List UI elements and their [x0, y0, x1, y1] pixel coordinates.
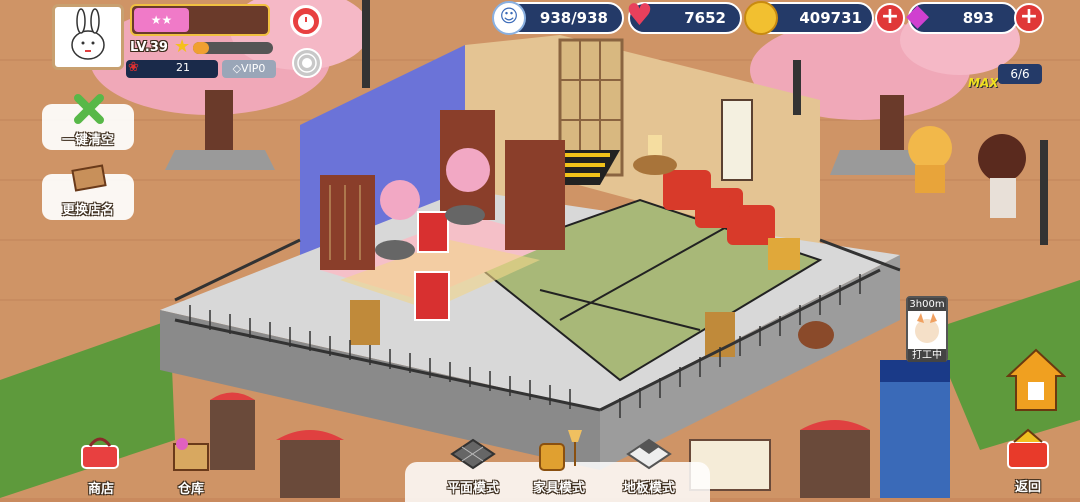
heart-icon: ♥ — [626, 0, 653, 33]
gems-value: 893 — [962, 9, 994, 27]
coins-counter: 409731 — [744, 1, 874, 35]
avatar[interactable] — [52, 4, 124, 70]
basket-icon — [81, 437, 119, 469]
vip-label: VIP0 — [241, 62, 266, 75]
exp-fill: ★★ — [134, 8, 189, 32]
rose-counter: ❀ 21 — [126, 60, 218, 78]
gem-icon: ◆ — [906, 0, 930, 33]
level-star-icon: ★ — [174, 36, 191, 57]
stopwatch-button[interactable] — [290, 5, 322, 37]
chair-lamp-icon — [539, 430, 582, 471]
rabbit-avatar-icon — [71, 8, 105, 60]
warehouse-label: 仓库 — [177, 482, 204, 497]
grid-icon — [450, 438, 496, 470]
vip-badge[interactable]: ◇VIP0 — [222, 60, 276, 78]
add-gems-button[interactable]: + — [1014, 3, 1044, 33]
exp-bar: ★★ — [130, 4, 270, 36]
plane-mode-label: 平面模式 — [446, 481, 499, 496]
floor-mode-label: 地板模式 — [622, 481, 675, 496]
gems-counter: ◆ 893 — [906, 0, 1018, 34]
level-progress — [193, 42, 273, 54]
warehouse-button[interactable]: 仓库 — [152, 432, 230, 498]
working-status: 打工中 — [908, 349, 946, 362]
shop-label: 商店 — [87, 482, 114, 497]
coins-value: 409731 — [799, 9, 862, 27]
level-progress-fill — [193, 42, 209, 54]
floor-tile-icon — [626, 438, 672, 470]
clear-icon — [74, 94, 104, 124]
floor-mode-tab[interactable]: 地板模式 — [604, 436, 694, 498]
sign-icon — [71, 164, 107, 192]
back-button[interactable]: 返回 — [992, 428, 1064, 498]
sound-icon — [297, 53, 317, 73]
stamina-value: 938/938 — [539, 9, 608, 27]
shop-button[interactable]: 商店 — [62, 432, 140, 498]
furniture-mode-label: 家具模式 — [532, 481, 585, 496]
home-button[interactable] — [1005, 346, 1067, 416]
rose-count: 21 — [176, 61, 190, 74]
box-icon — [173, 438, 209, 471]
work-timer-label: 3h00m — [908, 298, 946, 311]
hearts-counter: ♥ 7652 — [626, 0, 742, 34]
work-timer-card[interactable]: 3h00m 打工中 — [906, 296, 948, 362]
plane-mode-tab[interactable]: 平面模式 — [428, 436, 518, 498]
sound-button[interactable] — [292, 48, 322, 78]
stopwatch-icon — [298, 14, 314, 30]
player-panel: ★★ LV.39 ★ ❀ 21 ◇VIP0 — [50, 2, 280, 78]
staff-max-badge: MAX — [968, 76, 999, 90]
clear-all-button[interactable]: 一键清空 — [42, 94, 134, 150]
hearts-value: 7652 — [684, 9, 726, 27]
rename-shop-label: 更换店名 — [61, 203, 114, 218]
level-label: LV.39 — [130, 40, 168, 55]
staff-counter: 6/6 — [998, 64, 1042, 84]
rename-shop-button[interactable]: 更换店名 — [42, 164, 134, 220]
furniture-mode-tab[interactable]: 家具模式 — [514, 426, 604, 498]
add-coins-button[interactable]: + — [875, 3, 905, 33]
rose-icon: ❀ — [128, 60, 139, 75]
clear-all-label: 一键清空 — [61, 133, 114, 148]
cat-worker-icon — [915, 313, 939, 343]
back-arrow-icon — [1007, 428, 1049, 469]
stamina-face-icon: ☺ — [492, 1, 526, 35]
stamina-counter: ☺ 938/938 — [492, 1, 624, 35]
coin-icon — [744, 1, 778, 35]
house-icon — [1005, 348, 1067, 411]
back-label: 返回 — [1014, 480, 1041, 495]
diamond-icon: ◇ — [232, 62, 242, 75]
